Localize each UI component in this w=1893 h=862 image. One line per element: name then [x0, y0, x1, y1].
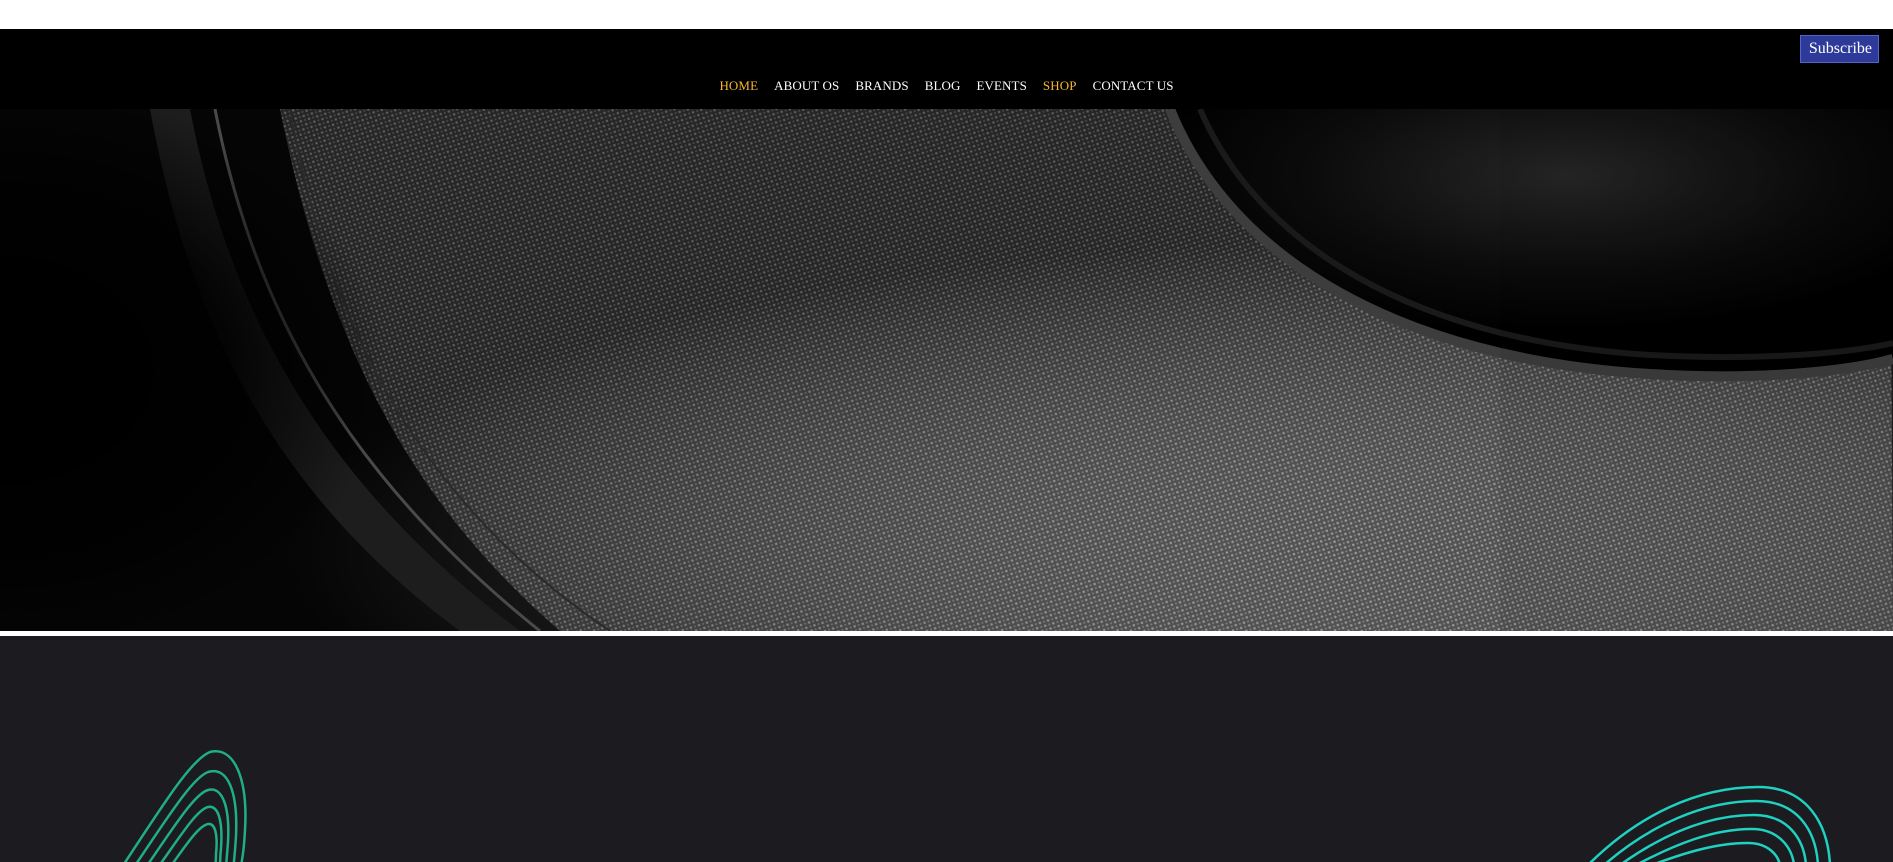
nav-events[interactable]: EVENTS	[968, 78, 1034, 94]
nav-contact[interactable]: CONTACT US	[1085, 78, 1182, 94]
top-bar	[0, 0, 1893, 29]
site-header: Subscribe HOME ABOUT OS BRANDS BLOG EVEN…	[0, 29, 1893, 109]
wave-lines-icon	[123, 750, 247, 862]
hero-banner	[0, 109, 1893, 631]
main-nav: HOME ABOUT OS BRANDS BLOG EVENTS SHOP CO…	[0, 78, 1893, 94]
subscribe-button[interactable]: Subscribe	[1799, 35, 1879, 63]
nav-home[interactable]: HOME	[711, 78, 766, 94]
nav-brands[interactable]: BRANDS	[847, 78, 916, 94]
lower-section	[0, 636, 1893, 862]
nav-about[interactable]: ABOUT OS	[766, 78, 847, 94]
wave-lines-icon	[1589, 785, 1831, 862]
page: Subscribe HOME ABOUT OS BRANDS BLOG EVEN…	[0, 0, 1893, 862]
nav-shop[interactable]: SHOP	[1035, 78, 1085, 94]
nav-blog[interactable]: BLOG	[917, 78, 969, 94]
speaker-cone-image	[0, 109, 1893, 631]
